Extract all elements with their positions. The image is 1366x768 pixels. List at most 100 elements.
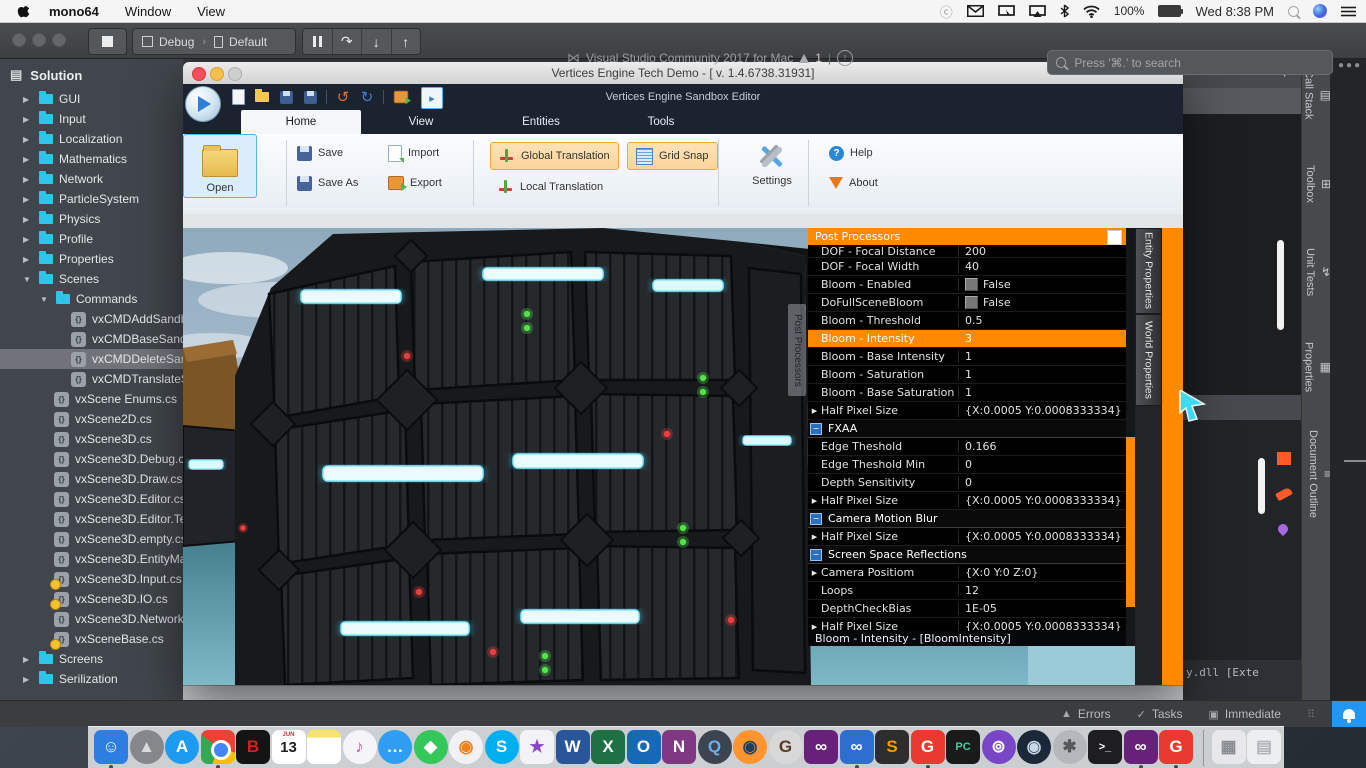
tree-item-profile[interactable]: ▶Profile — [0, 229, 183, 249]
pp-property-value[interactable]: 200 — [958, 245, 1126, 258]
splitter-handle[interactable] — [1344, 460, 1366, 462]
bluetooth-icon[interactable] — [1060, 4, 1069, 18]
tree-item-mathematics[interactable]: ▶Mathematics — [0, 149, 183, 169]
dock-item-system-utility[interactable]: ✱ — [1053, 730, 1087, 764]
pp-row-half-pixel-size[interactable]: ▶Half Pixel Size{X:0.0005 Y:0.0008333334… — [808, 492, 1126, 510]
expander-icon[interactable]: ▶ — [23, 215, 33, 224]
eraser-icon[interactable] — [1275, 487, 1293, 502]
export-button[interactable]: Export — [388, 174, 442, 192]
pp-property-value[interactable]: 1 — [958, 386, 1126, 399]
scrollbar-thumb[interactable] — [1258, 458, 1265, 514]
dock-item-calendar[interactable]: JUN13 — [272, 730, 306, 764]
tree-item-commands[interactable]: ▼Commands — [0, 289, 183, 309]
warning-count[interactable]: 1 — [815, 51, 822, 65]
pp-row-dof-focal-distance[interactable]: DOF - Focal Distance200 — [808, 245, 1126, 258]
vs-zoom-button[interactable] — [52, 33, 66, 47]
help-button[interactable]: ? Help — [829, 144, 873, 162]
expander-icon[interactable]: ▶ — [23, 235, 33, 244]
pp-row-depthcheckbias[interactable]: DepthCheckBias1E-05 — [808, 600, 1126, 618]
pp-property-value[interactable]: 40 — [958, 260, 1126, 273]
tab-entities[interactable]: Entities — [481, 110, 601, 134]
spotlight-search-icon[interactable] — [1288, 6, 1299, 17]
expand-arrow-icon[interactable]: ▶ — [808, 533, 821, 541]
menubar-app-name[interactable]: mono64 — [49, 4, 99, 19]
dock-item-disk-image[interactable]: ▦ — [1212, 730, 1246, 764]
expander-icon[interactable]: ▶ — [23, 195, 33, 204]
stop-button[interactable] — [88, 28, 127, 55]
value-checkbox[interactable] — [965, 296, 978, 309]
right-pad-upper-content[interactable] — [1183, 114, 1301, 395]
notifications-button[interactable] — [1332, 701, 1366, 727]
pp-property-value[interactable]: {X:0.0005 Y:0.0008333334} — [958, 494, 1126, 507]
tree-item-vxscene3d-input-cs[interactable]: {}vxScene3D.Input.cs — [0, 569, 183, 589]
global-translation-button[interactable]: Global Translation — [490, 142, 619, 170]
dock-item-visual-studio-2[interactable]: ∞ — [840, 730, 874, 764]
collapse-icon[interactable]: − — [810, 513, 822, 525]
dock-item-fl-studio[interactable]: ◉ — [449, 730, 483, 764]
tree-item-vxscene3d-cs[interactable]: {}vxScene3D.cs — [0, 429, 183, 449]
minimize-button[interactable] — [210, 67, 224, 81]
tab-tools[interactable]: Tools — [601, 110, 721, 134]
dock-item-notes[interactable] — [307, 730, 341, 764]
pp-property-value[interactable]: False — [958, 278, 1126, 291]
pp-property-value[interactable]: 0.166 — [958, 440, 1126, 453]
pp-property-value[interactable]: {X:0.0005 Y:0.0008333334} — [958, 530, 1126, 543]
run-button[interactable] — [185, 86, 221, 122]
pp-property-value[interactable]: {X:0 Y:0 Z:0} — [958, 566, 1126, 579]
collapse-icon[interactable]: − — [810, 549, 822, 561]
post-processors-header[interactable]: Post Processors — [808, 228, 1126, 245]
bottom-pad-errors[interactable]: ▲Errors — [1061, 707, 1111, 721]
pp-row-edge-theshold[interactable]: Edge Theshold0.166 — [808, 438, 1126, 456]
redo-button[interactable]: ↻ — [359, 89, 375, 105]
save-all-button-small[interactable] — [302, 89, 318, 105]
pp-property-value[interactable]: 1E-05 — [958, 602, 1126, 615]
tree-item-properties[interactable]: ▶Properties — [0, 249, 183, 269]
dock-item-github[interactable]: ⊚ — [982, 730, 1016, 764]
dock-item-visual-studio[interactable]: ∞ — [804, 730, 838, 764]
pp-row-depth-sensitivity[interactable]: Depth Sensitivity0 — [808, 474, 1126, 492]
pp-row-loops[interactable]: Loops12 — [808, 582, 1126, 600]
pp-row-bloom-threshold[interactable]: Bloom - Threshold0.5 — [808, 312, 1126, 330]
dock-item-launchpad[interactable]: ▲ — [130, 730, 164, 764]
open-file-button[interactable] — [254, 89, 270, 105]
tree-item-vxscenebase-cs[interactable]: {}vxSceneBase.cs — [0, 629, 183, 649]
siri-icon[interactable] — [1313, 4, 1327, 18]
dock-tab-call-stack[interactable]: ▤Call Stack — [1302, 70, 1331, 120]
tree-item-vxscene-enums-cs[interactable]: {}vxScene Enums.cs — [0, 389, 183, 409]
notification-center-icon[interactable] — [1341, 6, 1356, 17]
tree-item-screens[interactable]: ▶Screens — [0, 649, 183, 669]
tree-item-vxscene2d-cs[interactable]: {}vxScene2D.cs — [0, 409, 183, 429]
pp-row-camera-positiom[interactable]: ▶Camera Positiom{X:0 Y:0 Z:0} — [808, 564, 1126, 582]
pp-row-dofullscenebloom[interactable]: DoFullSceneBloomFalse — [808, 294, 1126, 312]
dock-item-sublime-text[interactable]: S — [875, 730, 909, 764]
tree-item-vxscene3d-network-cs[interactable]: {}vxScene3D.Network.cs — [0, 609, 183, 629]
expander-icon[interactable]: ▶ — [23, 175, 33, 184]
pp-row-dof-focal-width[interactable]: DOF - Focal Width40 — [808, 258, 1126, 276]
dock-item-onenote[interactable]: N — [662, 730, 696, 764]
right-pad-lower-content[interactable] — [1183, 420, 1301, 660]
mail-icon[interactable] — [967, 5, 984, 17]
tree-item-vxscene3d-empty-cs[interactable]: {}vxScene3D.empty.cs — [0, 529, 183, 549]
dock-item-quicktime[interactable]: Q — [698, 730, 732, 764]
expander-icon[interactable]: ▶ — [23, 255, 33, 264]
tree-item-vxcmddeletesandb[interactable]: {}vxCMDDeleteSandb — [0, 349, 183, 369]
menubar-clock[interactable]: Wed 8:38 PM — [1195, 4, 1274, 19]
apple-menu-icon[interactable] — [17, 3, 31, 19]
dock-item-outlook[interactable]: O — [627, 730, 661, 764]
new-file-button[interactable] — [230, 89, 246, 105]
vs-close-button[interactable] — [12, 33, 26, 47]
scrollbar-thumb[interactable] — [1277, 240, 1284, 330]
step-into-button[interactable]: ↓ — [362, 29, 392, 54]
tree-item-vxcmdaddsandbox[interactable]: {}vxCMDAddSandbox — [0, 309, 183, 329]
dock-tab-properties[interactable]: ▦Properties — [1302, 342, 1331, 392]
feedback-icon[interactable]: ↑ — [837, 50, 853, 66]
search-input[interactable] — [1072, 55, 1324, 71]
panel-scrollbar[interactable] — [1126, 228, 1135, 646]
airplay-icon[interactable] — [1029, 5, 1046, 18]
dock-item-bitdefender[interactable]: B — [236, 730, 270, 764]
tab-view[interactable]: View — [361, 110, 481, 134]
dock-item-app-store[interactable]: A — [165, 730, 199, 764]
expander-icon[interactable]: ▶ — [23, 155, 33, 164]
pp-property-value[interactable]: 1 — [958, 368, 1126, 381]
pp-property-value[interactable]: 12 — [958, 584, 1126, 597]
